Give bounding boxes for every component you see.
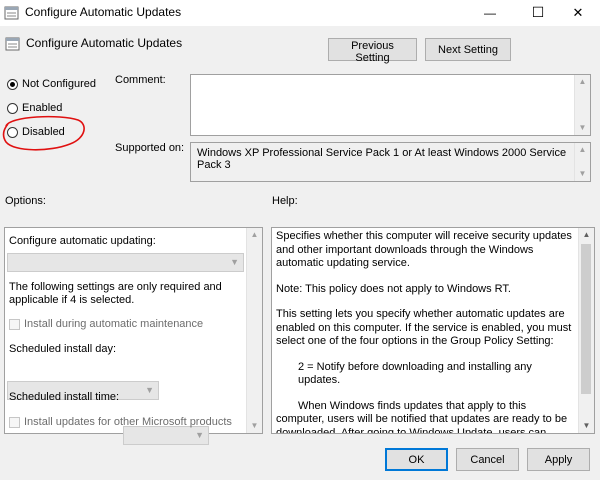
minimize-button[interactable]: —: [468, 0, 512, 26]
options-panel: Configure automatic updating: ▼ The foll…: [4, 227, 263, 445]
policy-app-icon: [4, 6, 19, 20]
comment-textbox[interactable]: ▲ ▼: [190, 74, 591, 136]
help-paragraph: 2 = Notify before downloading and instal…: [298, 360, 532, 387]
scroll-down-arrow-icon[interactable]: ▼: [575, 167, 590, 181]
comment-scrollbar[interactable]: ▲ ▼: [574, 75, 590, 135]
ok-button[interactable]: OK: [385, 448, 448, 471]
maintenance-checkbox[interactable]: [9, 318, 20, 330]
radio-not-configured-label: Not Configured: [22, 78, 96, 90]
options-scrollbar[interactable]: ▲ ▼: [246, 228, 262, 433]
minimize-icon: —: [484, 6, 496, 20]
scroll-up-arrow-icon[interactable]: ▲: [575, 75, 590, 89]
help-paragraph: This setting lets you specify whether au…: [276, 308, 572, 347]
supported-on-field: Windows XP Professional Service Pack 1 o…: [190, 142, 591, 182]
radio-not-configured[interactable]: Not Configured: [7, 76, 96, 92]
help-scrollbar[interactable]: ▲ ▼: [578, 228, 594, 433]
help-panel: Specifies whether this computer will rec…: [271, 227, 595, 434]
help-paragraph: When Windows finds updates that apply to…: [276, 399, 568, 434]
other-products-checkbox-row[interactable]: Install updates for other Microsoft prod…: [9, 416, 232, 428]
chevron-down-icon: ▼: [145, 385, 154, 395]
scroll-down-arrow-icon[interactable]: ▼: [579, 419, 594, 433]
policy-title: Configure Automatic Updates: [26, 36, 183, 50]
configure-updating-dropdown[interactable]: ▼: [7, 253, 244, 272]
scroll-up-arrow-icon[interactable]: ▲: [247, 228, 262, 242]
other-products-checkbox-label: Install updates for other Microsoft prod…: [24, 416, 232, 428]
scheduled-time-label: Scheduled install time:: [9, 391, 120, 403]
chevron-down-icon: ▼: [195, 430, 204, 440]
window-title: Configure Automatic Updates: [25, 5, 182, 19]
supported-on-label: Supported on:: [115, 142, 185, 154]
scheduled-day-label: Scheduled install day:: [9, 343, 117, 355]
previous-setting-button[interactable]: Previous Setting: [328, 38, 417, 64]
red-circle-annotation: [2, 115, 85, 151]
comment-label: Comment:: [115, 74, 166, 86]
policy-setting-icon: [5, 37, 20, 51]
maximize-button[interactable]: ☐: [516, 0, 560, 26]
next-setting-button[interactable]: Next Setting: [425, 38, 511, 61]
scroll-up-arrow-icon[interactable]: ▲: [575, 143, 590, 157]
help-text: Specifies whether this computer will rec…: [276, 230, 576, 434]
maintenance-checkbox-label: Install during automatic maintenance: [24, 318, 204, 330]
scroll-up-arrow-icon[interactable]: ▲: [579, 228, 594, 242]
title-bar[interactable]: Configure Automatic Updates — ☐ ✕: [0, 0, 600, 26]
help-heading: Help:: [272, 195, 298, 207]
options-heading: Options:: [5, 195, 46, 207]
help-paragraph: Note: This policy does not apply to Wind…: [276, 282, 511, 295]
close-button[interactable]: ✕: [556, 0, 600, 26]
radio-not-configured-circle[interactable]: [7, 78, 18, 90]
close-icon: ✕: [572, 5, 584, 20]
help-paragraph: Specifies whether this computer will rec…: [276, 230, 572, 269]
other-products-checkbox[interactable]: [9, 416, 20, 428]
chevron-down-icon: ▼: [230, 257, 239, 267]
scroll-down-arrow-icon[interactable]: ▼: [575, 121, 590, 135]
configure-updating-label: Configure automatic updating:: [9, 235, 156, 247]
supported-scrollbar[interactable]: ▲ ▼: [574, 143, 590, 181]
supported-on-value: Windows XP Professional Service Pack 1 o…: [197, 147, 567, 171]
scheduled-time-dropdown[interactable]: ▼: [123, 426, 209, 445]
maximize-icon: ☐: [531, 4, 545, 20]
cancel-button[interactable]: Cancel: [456, 448, 519, 471]
apply-button[interactable]: Apply: [527, 448, 590, 471]
scroll-down-arrow-icon[interactable]: ▼: [247, 419, 262, 433]
help-scrollbar-thumb[interactable]: [581, 244, 591, 394]
options-note: The following settings are only required…: [9, 281, 222, 306]
maintenance-checkbox-row[interactable]: Install during automatic maintenance: [9, 318, 203, 330]
